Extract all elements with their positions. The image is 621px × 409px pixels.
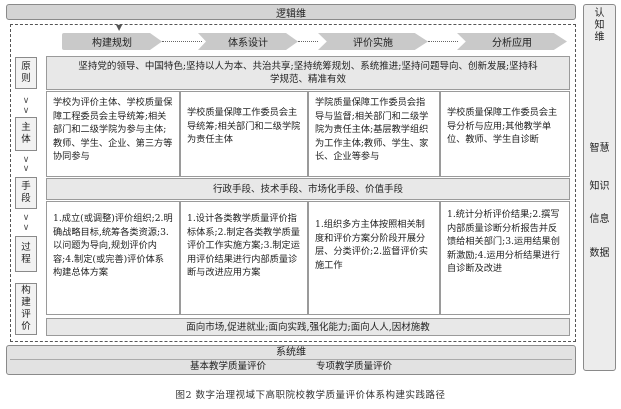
label-evaluation-text: 构建评价 bbox=[21, 285, 31, 332]
means-band: 行政手段、技术手段、市场化手段、价值手段 bbox=[46, 178, 570, 200]
down-arrow-icon: ∨ bbox=[22, 96, 30, 106]
system-items-row: 基本教学质量评价 专项教学质量评价 bbox=[10, 359, 572, 373]
principle-band: 坚持党的领导、中国特色;坚持以人为本、共治共享;坚持统筹规划、系统推进;坚持问题… bbox=[46, 56, 570, 90]
logic-dimension-label: 逻辑维 bbox=[276, 8, 306, 20]
stage-design: 体系设计 bbox=[198, 33, 298, 50]
down-arrow-icon: ∨ bbox=[22, 213, 30, 223]
down-arrow-icon: ∨ bbox=[22, 164, 30, 174]
label-means-text: 手段 bbox=[21, 181, 31, 204]
right-item-information: 信息 bbox=[589, 214, 610, 225]
subject-text: 学校为评价主体、学校质量保障工程委员会主导统筹;相关部门和二级学院为参与主体;教… bbox=[53, 97, 173, 162]
means-text: 行政手段、技术手段、市场化手段、价值手段 bbox=[212, 183, 403, 195]
label-subject-text: 主体 bbox=[21, 122, 31, 145]
subject-text: 学院质量保障工作委员会指导与监督;相关部门和二级学院为责任主体;基层教学组织为工… bbox=[315, 97, 429, 162]
stage-design-label: 体系设计 bbox=[228, 38, 268, 49]
stage-implementation-label: 评价实施 bbox=[353, 38, 393, 49]
evaluation-text: 面向市场,促进就业;面向实践,强化能力;面向人人,因材施教 bbox=[186, 321, 430, 333]
label-evaluation: 构建评价 bbox=[15, 283, 37, 335]
right-item-wisdom: 智慧 bbox=[589, 143, 610, 154]
logic-dimension-bar: 逻辑维 bbox=[6, 4, 576, 20]
process-text: 1.组织多方主体按照相关制度和评价方案分阶段开展分层、分类评价;2.监督评价实施… bbox=[315, 219, 428, 271]
label-means: 手段 bbox=[15, 177, 37, 209]
subject-cell-implementation: 学院质量保障工作委员会指导与监督;相关部门和二级学院为责任主体;基层教学组织为工… bbox=[308, 91, 440, 177]
label-process-text: 过程 bbox=[21, 242, 31, 265]
stage-planning-label: 构建规划 bbox=[92, 38, 132, 49]
process-cell-implementation: 1.组织多方主体按照相关制度和评价方案分阶段开展分层、分类评价;2.监督评价实施… bbox=[308, 201, 440, 315]
label-process: 过程 bbox=[15, 236, 37, 272]
process-cell-planning: 1.成立(或调整)评价组织;2.明确战略目标,统筹各类资源;3.以问题为导向,规… bbox=[46, 201, 180, 315]
cognition-dimension-title: 认知维 bbox=[594, 8, 605, 43]
subject-cell-planning: 学校为评价主体、学校质量保障工程委员会主导统筹;相关部门和二级学院为参与主体;教… bbox=[46, 91, 180, 177]
system-dimension-label: 系统维 bbox=[276, 347, 306, 358]
process-text: 1.设计各类教学质量评价指标体系;2.制定各类教学质量评价工作实施方案;3.制定… bbox=[187, 213, 300, 278]
basic-quality-evaluation: 基本教学质量评价 bbox=[189, 361, 266, 372]
process-cell-design: 1.设计各类教学质量评价指标体系;2.制定各类教学质量评价工作实施方案;3.制定… bbox=[180, 201, 308, 315]
label-principle-text: 原则 bbox=[21, 61, 31, 84]
stage-application: 分析应用 bbox=[457, 33, 567, 50]
label-principle: 原则 bbox=[15, 57, 37, 89]
process-text: 1.统计分析评价结果;2.撰写内部质量诊断分析报告并反馈给相关部门;3.运用结果… bbox=[447, 209, 560, 274]
subject-cell-application: 学校质量保障工作委员会主导分析与应用;其他教学单位、教师、学生自诊断 bbox=[440, 91, 570, 177]
down-arrow-icon: ∨ bbox=[22, 106, 30, 116]
figure-caption: 图2 数字治理视域下高职院校教学质量评价体系构建实践路径 bbox=[175, 390, 446, 401]
special-quality-evaluation: 专项教学质量评价 bbox=[316, 361, 393, 372]
stage-planning: 构建规划 bbox=[62, 33, 162, 50]
process-text: 1.成立(或调整)评价组织;2.明确战略目标,统筹各类资源;3.以问题为导向,规… bbox=[53, 213, 173, 278]
stage-connector bbox=[162, 41, 202, 54]
cognition-dimension-label: 认知维 bbox=[583, 8, 616, 44]
stage-application-label: 分析应用 bbox=[492, 38, 532, 49]
subject-cell-design: 学校质量保障工作委员会主导统筹;相关部门和二级学院为责任主体 bbox=[180, 91, 308, 177]
process-cell-application: 1.统计分析评价结果;2.撰写内部质量诊断分析报告并反馈给相关部门;3.运用结果… bbox=[440, 201, 570, 315]
right-item-data: 数据 bbox=[589, 248, 610, 259]
subject-text: 学校质量保障工作委员会主导分析与应用;其他教学单位、教师、学生自诊断 bbox=[447, 107, 558, 145]
stage-connector bbox=[428, 41, 458, 54]
subject-text: 学校质量保障工作委员会主导统筹;相关部门和二级学院为责任主体 bbox=[187, 107, 301, 145]
stage-connector bbox=[298, 41, 318, 54]
stage-implementation: 评价实施 bbox=[318, 33, 428, 50]
evaluation-band: 面向市场,促进就业;面向实践,强化能力;面向人人,因材施教 bbox=[46, 318, 570, 336]
down-arrow-icon: ∨ bbox=[22, 223, 30, 233]
frame-arrow-icon: ▼ bbox=[116, 23, 123, 32]
principle-text: 坚持党的领导、中国特色;坚持以人为本、共治共享;坚持统筹规划、系统推进;坚持问题… bbox=[78, 61, 538, 85]
label-subject: 主体 bbox=[15, 117, 37, 151]
right-item-knowledge: 知识 bbox=[589, 181, 610, 192]
